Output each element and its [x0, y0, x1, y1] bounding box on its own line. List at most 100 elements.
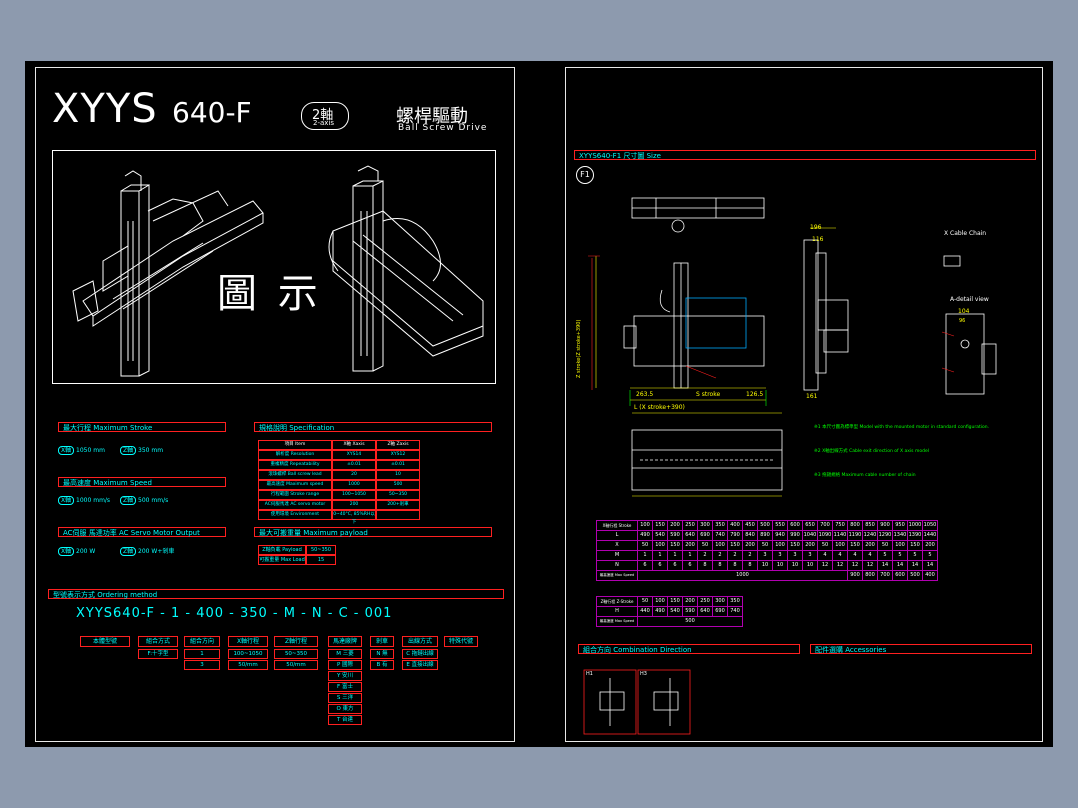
x-row-cell: 150 [727, 540, 743, 551]
spec-cell: 0~40°C, 85%RH以下 [332, 510, 376, 525]
payload-label: Z軸負載 Payload [258, 545, 306, 555]
x-stroke-cell: 700 [817, 520, 833, 531]
order-motor: O 東方 [328, 704, 362, 714]
x-row-cell: 10 [802, 560, 818, 571]
dim-stroke-x: S stroke [696, 391, 721, 398]
dim-d6: 104 [958, 308, 970, 315]
order-row1: F:十字型 [138, 649, 178, 659]
dim-stroke-z: Z stroke(Z stroke+390) [576, 319, 582, 378]
spec-cell: 行程範圍 Stroke range [258, 490, 332, 500]
drawing-canvas: XYYS 640-F 2軸 2-axis 螺桿驅動 Ball Screw Dri… [25, 61, 1053, 747]
x-row-cell: 10 [757, 560, 773, 571]
spec-cell: 200 [332, 500, 376, 510]
dim-d1: 263.5 [636, 391, 654, 398]
x-row-cell: 3 [757, 550, 773, 561]
z-row-cell: 490 [652, 606, 668, 617]
x-row-key: N [596, 560, 638, 571]
order-code: XYYS640-F - 1 - 400 - 350 - M - N - C - … [76, 606, 496, 624]
x-row-cell: 2 [742, 550, 758, 561]
speed-x: X軸 1000 mm/s [58, 495, 110, 505]
order-code-text: XYYS640-F - 1 - 400 - 350 - M - N - C - … [76, 606, 393, 621]
x-row-cell: 12 [832, 560, 848, 571]
z-stroke-cell: 150 [667, 596, 683, 607]
x-row-cell: 50 [637, 540, 653, 551]
x-row-cell: 540 [652, 530, 668, 541]
order-row2: 50/mm [274, 660, 318, 670]
spec-cell: ±0.01 [376, 460, 420, 470]
z-row-key: H [596, 606, 638, 617]
motor-z-value: 200 W+剎車 [138, 548, 175, 555]
spec-cell: 200+剎車 [376, 500, 420, 510]
order-header: 組合方向 [184, 636, 220, 647]
spec-cell: 滾珠螺桿 Ball screw lead [258, 470, 332, 480]
order-row2: B 有 [370, 660, 394, 670]
order-header: 出線方式 [402, 636, 438, 647]
x-stroke-cell: 150 [652, 520, 668, 531]
z-row-cell: 540 [667, 606, 683, 617]
x-stroke-cell: 450 [742, 520, 758, 531]
x-row-cell: 8 [727, 560, 743, 571]
x-row-cell: 6 [637, 560, 653, 571]
dim-d3: 196 [810, 224, 822, 231]
spec-cell: 重複精度 Repeatability [258, 460, 332, 470]
section-accessories: 配件選購 Accessories [810, 644, 1032, 654]
axis-badge-sub: 2-axis [313, 119, 335, 127]
order-header: 特殊代號 [444, 636, 478, 647]
spec-cell: Z軸 Zaxis [376, 440, 420, 450]
x-row-cell: 14 [877, 560, 893, 571]
x-row-cell: 5 [877, 550, 893, 561]
z-stroke-cell: 100 [652, 596, 668, 607]
x-stroke-cell: 550 [772, 520, 788, 531]
stroke-x-tag: X軸 [58, 446, 75, 455]
spec-cell: 解析度 Resolution [258, 450, 332, 460]
x-row-cell: 50 [757, 540, 773, 551]
x-stroke-cell: 100 [637, 520, 653, 531]
x-row-cell: 100 [772, 540, 788, 551]
x-row-cell: 100 [712, 540, 728, 551]
cable-chain-label: X Cable Chain [944, 230, 987, 237]
x-row-cell: 5 [892, 550, 908, 561]
x-row-cell: 1040 [802, 530, 818, 541]
x-row-cell: 200 [682, 540, 698, 551]
stroke-z: Z軸 350 mm [120, 445, 163, 455]
payload-label2: 可搬重量 Max Load [258, 555, 306, 565]
order-row1: C 拖鏈出線 [402, 649, 438, 659]
x-row-cell: 1 [637, 550, 653, 561]
spec-cell: 500 [376, 480, 420, 490]
x-stroke-cell: 500 [757, 520, 773, 531]
stroke-z-tag: Z軸 [120, 446, 137, 455]
order-header: 馬達廠牌 [328, 636, 362, 647]
x-row-cell: 12 [847, 560, 863, 571]
x-row-cell: 150 [907, 540, 923, 551]
x-stroke-cell: 900 [877, 520, 893, 531]
x-row-cell: 14 [907, 560, 923, 571]
x-row-cell: 150 [667, 540, 683, 551]
max-speed-cell: 800 [862, 570, 878, 581]
h1-label: H1 [586, 671, 593, 677]
z-stroke-table: Z軸行程 Z-Stroke 50 100 150 200 250 300 350 H 440 490… [596, 596, 743, 627]
x-row-cell: 4 [862, 550, 878, 561]
x-row-cell: 1190 [847, 530, 863, 541]
x-row-cell: 490 [637, 530, 653, 541]
x-row-cell: 1 [682, 550, 698, 561]
x-stroke-cell: 1000 [907, 520, 923, 531]
x-row-cell: 8 [697, 560, 713, 571]
spec-cell: XYS14 [332, 450, 376, 460]
x-row-cell: 12 [817, 560, 833, 571]
x-stroke-cell: 250 [682, 520, 698, 531]
section-combination: 組合方向 Combination Direction [578, 644, 800, 654]
right-sheet: XYYS640-F1 尺寸圖 Size F1 X Cable Chain A-d… [565, 67, 1043, 742]
x-row-cell: 1440 [922, 530, 938, 541]
order-header: 剎車 [370, 636, 394, 647]
spec-cell: 使用環境 Environment [258, 510, 332, 520]
actuator-sketch [72, 165, 484, 377]
x-row-cell: 6 [682, 560, 698, 571]
motor-z: Z軸 200 W+剎車 [120, 546, 175, 556]
spec-cell: 50~350 [376, 490, 420, 500]
payload-value2: 15 [306, 555, 336, 565]
dim-d2: 126.5 [746, 391, 764, 398]
x-row-cell: 100 [832, 540, 848, 551]
max-speed-cell: 600 [892, 570, 908, 581]
x-row-cell: 2 [697, 550, 713, 561]
x-row-cell: 200 [742, 540, 758, 551]
